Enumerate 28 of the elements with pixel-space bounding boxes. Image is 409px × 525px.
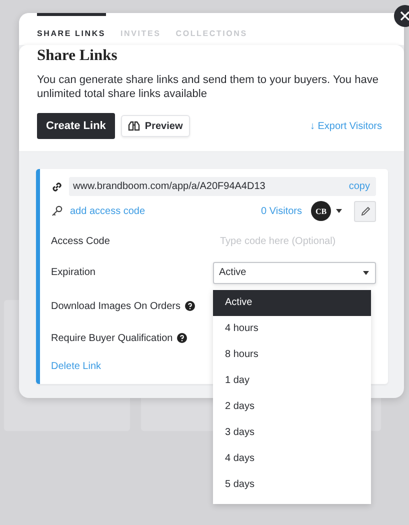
description-text: You can generate share links and send them to your buyers. You have unlimited total share links available [37,73,380,101]
preview-button[interactable]: Preview [120,115,190,137]
link-icon [51,180,63,192]
caret-icon[interactable] [336,209,342,213]
key-icon [51,205,63,217]
setting-label: Require Buyer Qualification [51,332,173,344]
share-url-field[interactable]: www.brandboom.com/app/a/A20F94A4D13 copy [69,177,376,196]
menu-option[interactable]: Active [213,290,371,316]
dialog-title: Share Links [37,46,118,65]
create-link-button[interactable]: Create Link [37,113,115,139]
menu-option[interactable]: 4 days [213,446,371,472]
help-icon[interactable] [184,301,195,311]
avatar[interactable]: CB [311,201,331,221]
setting-label: Download Images On Orders [51,300,181,312]
expiration-label: Expiration [51,267,96,278]
menu-option[interactable]: 4 hours [213,316,371,342]
binoculars-icon [128,121,140,131]
menu-option[interactable]: 8 hours [213,342,371,368]
menu-option[interactable]: 2 days [213,394,371,420]
menu-option[interactable]: 5 days [213,472,371,498]
caret-icon [363,270,369,274]
menu-option[interactable]: 1 day [213,368,371,394]
expiration-select[interactable]: Active [213,262,376,284]
help-icon[interactable] [176,333,187,343]
menu-option[interactable]: 3 days [213,420,371,446]
pencil-icon [360,206,370,216]
access-code-label: Access Code [51,236,110,247]
edit-button[interactable] [354,200,376,222]
